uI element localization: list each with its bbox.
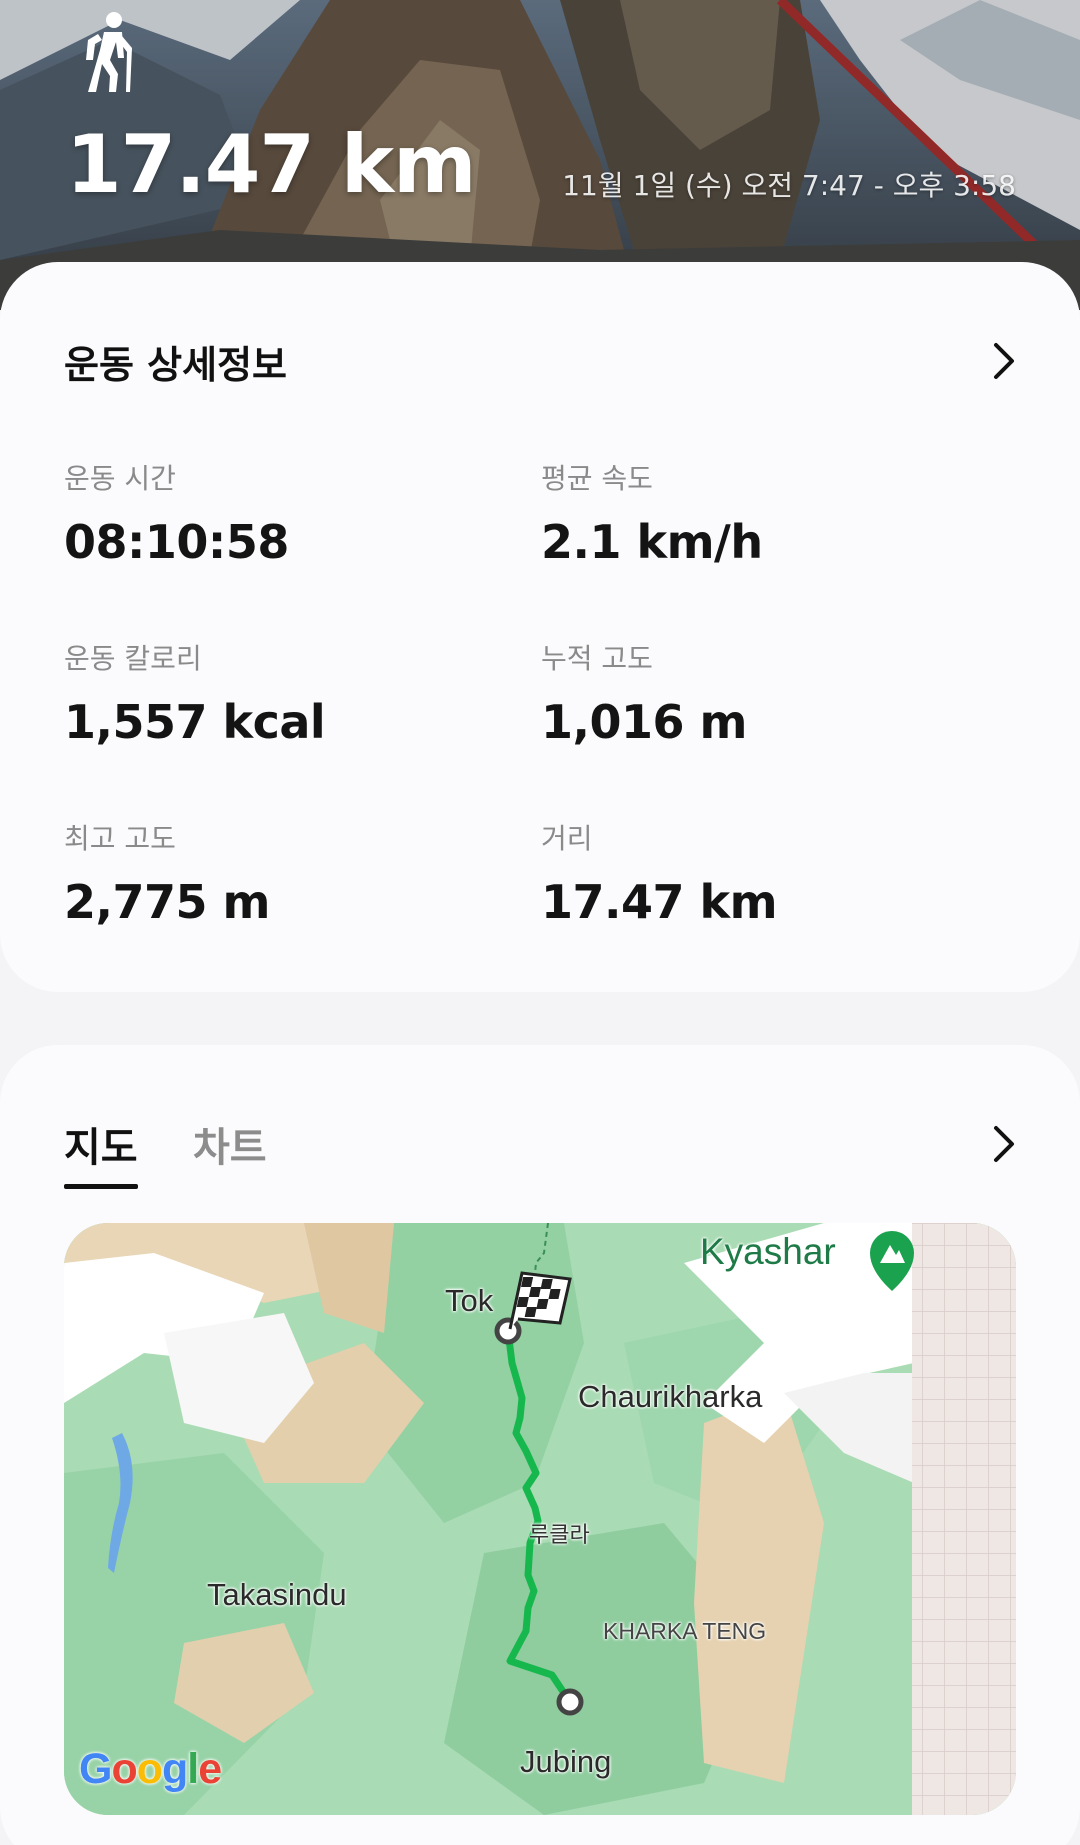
stat-value: 1,557 kcal <box>64 695 326 749</box>
workout-details-title: 운동 상세정보 <box>64 343 287 387</box>
stat-label: 누적 고도 <box>541 642 653 675</box>
route-end-point <box>556 1688 584 1716</box>
google-letter: o <box>111 1745 137 1793</box>
workout-time-range: 11월 1일 (수) 오전 7:47 - 오후 3:58 <box>562 169 1016 202</box>
map-label-kharka-teng: KHARKA TENG <box>603 1618 767 1644</box>
finish-flag-icon <box>508 1271 572 1330</box>
tab-chart[interactable]: 차트 <box>193 1115 267 1173</box>
map-chart-card: 지도 차트 Kyashar Tok Chaurikharka 루클라 Takas… <box>0 1045 1080 1845</box>
tab-map[interactable]: 지도 <box>64 1115 138 1189</box>
map-label-jubing: Jubing <box>520 1744 612 1779</box>
stat-elevation-gain: 누적 고도 1,016 m <box>541 637 981 749</box>
stat-average-speed: 평균 속도 2.1 km/h <box>541 457 981 569</box>
stat-value: 2.1 km/h <box>541 515 763 569</box>
google-letter: G <box>79 1745 112 1793</box>
stat-label: 평균 속도 <box>541 462 653 495</box>
total-distance: 17.47 km <box>66 118 476 211</box>
map-label-kyashar: Kyashar <box>700 1231 836 1272</box>
map-label-chaurikharka: Chaurikharka <box>578 1379 763 1414</box>
stat-calories: 운동 칼로리 1,557 kcal <box>64 637 504 749</box>
stat-value: 1,016 m <box>541 695 747 749</box>
google-logo: Google <box>79 1745 222 1794</box>
stat-value: 08:10:58 <box>64 515 289 569</box>
workout-details-card: 운동 상세정보 운동 시간 08:10:58 평균 속도 2.1 km/h 운동… <box>0 262 1080 992</box>
stat-value: 2,775 m <box>64 875 270 929</box>
stat-max-altitude: 최고 고도 2,775 m <box>64 817 504 929</box>
stat-label: 최고 고도 <box>64 822 176 855</box>
hiking-icon <box>86 12 132 92</box>
google-letter: e <box>198 1745 222 1793</box>
stat-label: 거리 <box>541 822 593 855</box>
route-map[interactable]: Kyashar Tok Chaurikharka 루클라 Takasindu K… <box>64 1223 1016 1815</box>
stat-value: 17.47 km <box>541 875 778 929</box>
google-letter: g <box>162 1745 188 1793</box>
route-start-point <box>494 1317 522 1345</box>
map-label-tok: Tok <box>445 1283 494 1318</box>
stat-label: 운동 시간 <box>64 462 176 495</box>
google-letter: o <box>136 1745 163 1793</box>
map-label-lukla: 루클라 <box>529 1522 590 1547</box>
stat-distance: 거리 17.47 km <box>541 817 981 929</box>
stat-workout-time: 운동 시간 08:10:58 <box>64 457 504 569</box>
stat-label: 운동 칼로리 <box>64 642 202 675</box>
map-chevron-right-icon[interactable] <box>988 1123 1018 1165</box>
map-label-takasindu: Takasindu <box>207 1577 347 1612</box>
details-chevron-right-icon[interactable] <box>988 340 1018 382</box>
google-letter: l <box>187 1745 199 1793</box>
